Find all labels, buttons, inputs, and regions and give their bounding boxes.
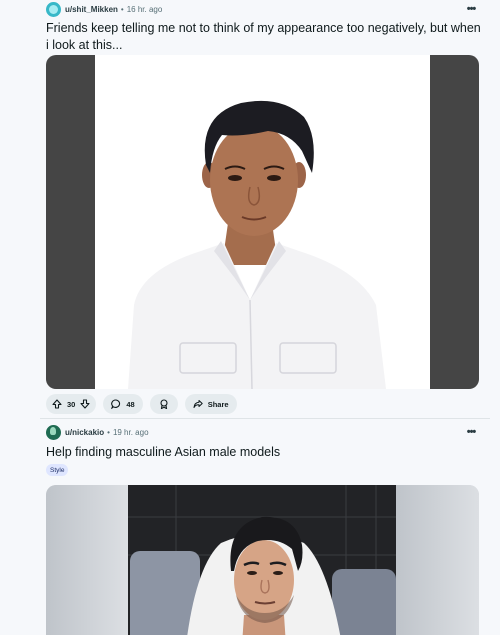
upvote-count: 30 [67, 399, 76, 409]
model-photo [46, 485, 479, 635]
post-header: u/shit_Mikken • 16 hr. ago [46, 0, 162, 18]
post-image[interactable] [46, 485, 479, 635]
separator: • [120, 4, 124, 14]
comments-button[interactable]: 48 [103, 394, 143, 414]
timestamp: 19 hr. ago [112, 427, 149, 437]
post-image[interactable] [46, 55, 479, 389]
award-button[interactable] [149, 394, 178, 414]
more-options-icon[interactable]: ••• [464, 2, 478, 16]
separator: • [107, 427, 110, 437]
vote-pill: 30 [46, 394, 97, 414]
avatar[interactable] [46, 424, 61, 440]
upvote-icon[interactable] [52, 399, 62, 409]
share-button[interactable]: Share [184, 394, 237, 414]
username[interactable]: u/shit_Mikken [65, 5, 118, 14]
timestamp: 16 hr. ago [126, 4, 163, 14]
divider [40, 418, 490, 419]
downvote-icon[interactable] [80, 399, 90, 409]
share-label: Share [207, 399, 229, 409]
post-title[interactable]: Help finding masculine Asian male models [46, 444, 486, 461]
post-flair[interactable]: Style [46, 464, 69, 476]
avatar[interactable] [46, 1, 61, 17]
comment-count: 48 [126, 399, 135, 409]
award-icon [160, 399, 168, 409]
portrait-photo [95, 55, 430, 389]
share-icon [193, 400, 203, 408]
post-title[interactable]: Friends keep telling me not to think of … [46, 20, 486, 54]
username[interactable]: u/nickakio [65, 428, 104, 437]
more-options-icon[interactable]: ••• [464, 425, 478, 439]
comment-icon [111, 399, 121, 409]
post-actions: 30 48 Share [46, 394, 237, 414]
post-header: u/nickakio • 19 hr. ago [46, 423, 149, 441]
